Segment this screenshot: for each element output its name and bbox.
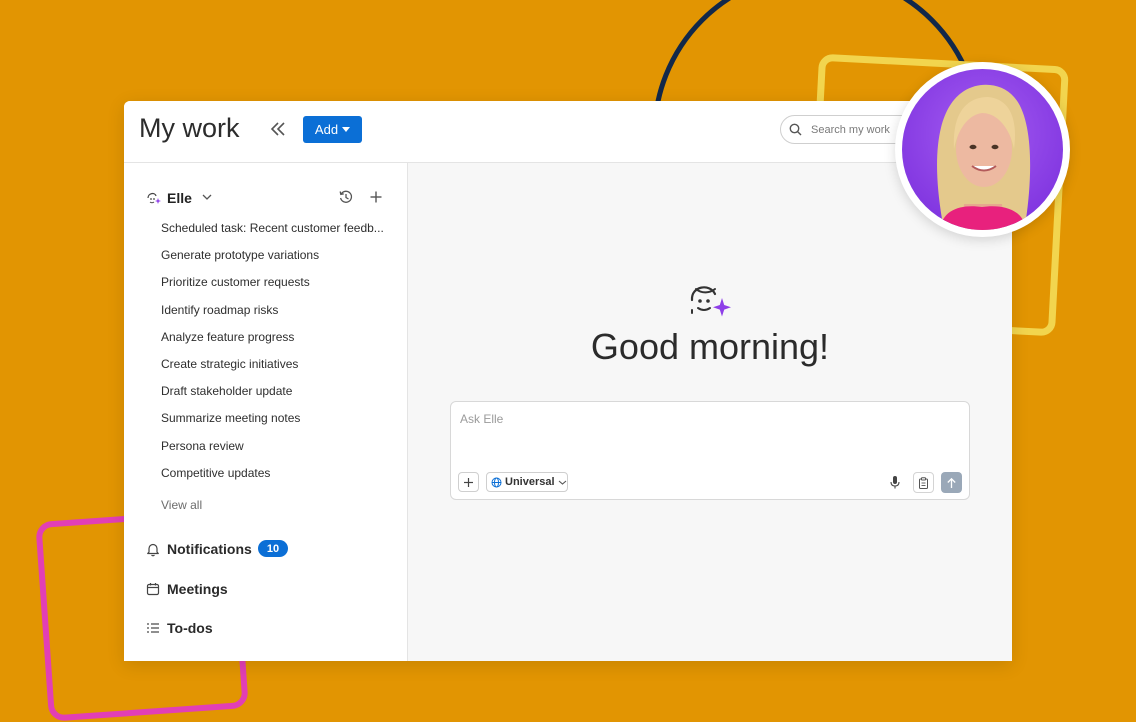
agent-name: Elle — [167, 190, 192, 206]
task-item[interactable]: Persona review — [161, 438, 393, 465]
ai-agent-icon — [147, 192, 161, 204]
user-portrait-image — [902, 69, 1063, 230]
page-title: My work — [139, 113, 240, 143]
calendar-icon — [146, 583, 160, 596]
sidebar-item-todos[interactable]: To-dos — [146, 618, 386, 640]
task-list: Scheduled task: Recent customer feedb...… — [161, 220, 393, 492]
new-chat-plus-icon[interactable] — [368, 189, 384, 205]
task-item[interactable]: Create strategic initiatives — [161, 356, 393, 383]
search-icon — [789, 123, 802, 136]
main-panel: Good morning! Universal — [408, 163, 1012, 661]
app-window: My work Add Search my work Elle Schedule… — [124, 101, 1012, 661]
agent-selector[interactable]: Elle — [146, 187, 391, 209]
task-item[interactable]: Summarize meeting notes — [161, 410, 393, 437]
task-item[interactable]: Scheduled task: Recent customer feedb... — [161, 220, 393, 247]
task-item[interactable]: Identify roadmap risks — [161, 302, 393, 329]
ai-agent-icon — [690, 286, 731, 317]
clipboard-icon — [919, 476, 928, 489]
sidebar-item-label: Notifications — [167, 541, 252, 557]
microphone-button[interactable] — [887, 474, 903, 490]
plus-icon — [464, 477, 473, 487]
clipboard-button[interactable] — [913, 472, 934, 493]
task-item[interactable]: Generate prototype variations — [161, 247, 393, 274]
sidebar-item-notifications[interactable]: Notifications 10 — [146, 539, 386, 561]
bell-icon — [147, 543, 159, 557]
add-button-label: Add — [314, 122, 339, 137]
view-all-link[interactable]: View all — [161, 498, 202, 512]
task-item[interactable]: Draft stakeholder update — [161, 383, 393, 410]
greeting-heading: Good morning! — [590, 326, 830, 367]
ask-input[interactable] — [458, 410, 962, 460]
attach-button[interactable] — [458, 472, 479, 492]
scope-dropdown[interactable]: Universal — [486, 472, 568, 492]
arrow-up-icon — [947, 477, 956, 488]
task-item[interactable]: Analyze feature progress — [161, 329, 393, 356]
checklist-icon — [147, 623, 159, 633]
send-button[interactable] — [941, 472, 962, 493]
ask-composer: Universal — [450, 401, 970, 500]
sidebar-item-label: To-dos — [167, 620, 213, 636]
scope-value: Universal — [505, 476, 555, 488]
double-chevron-left-icon — [270, 122, 285, 136]
add-button[interactable]: Add — [303, 116, 362, 143]
sidebar-item-label: Meetings — [167, 581, 228, 597]
notification-count-badge: 10 — [258, 540, 288, 557]
task-item[interactable]: Prioritize customer requests — [161, 274, 393, 301]
globe-icon — [491, 477, 502, 487]
chevron-down-icon[interactable] — [201, 192, 213, 202]
caret-down-icon — [342, 127, 351, 132]
history-icon[interactable] — [338, 189, 354, 205]
avatar — [895, 62, 1070, 237]
microphone-icon — [890, 476, 900, 489]
chevron-down-icon — [558, 480, 566, 485]
sidebar-item-meetings[interactable]: Meetings — [146, 579, 386, 601]
sidebar: Elle Scheduled task: Recent customer fee… — [124, 163, 408, 661]
collapse-sidebar-button[interactable] — [269, 118, 287, 140]
top-bar: My work Add — [124, 101, 1012, 163]
task-item[interactable]: Competitive updates — [161, 465, 393, 492]
